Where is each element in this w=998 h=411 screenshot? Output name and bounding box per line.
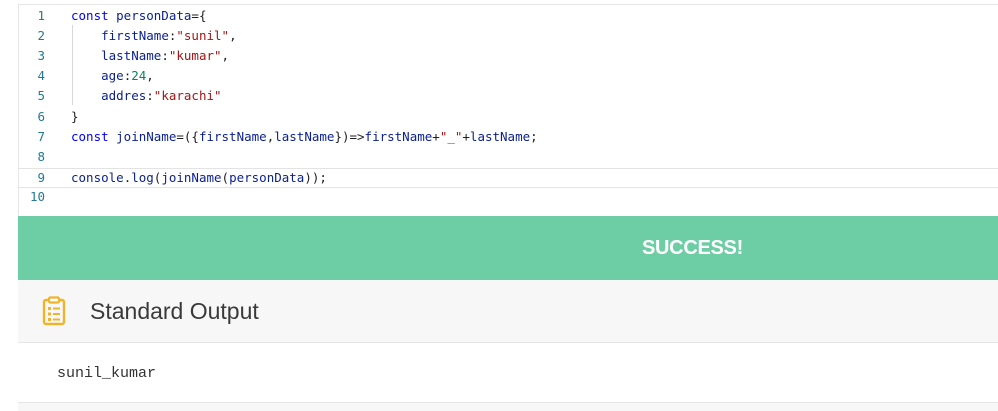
code-token: 24 [131, 68, 147, 84]
success-banner: SUCCESS! [18, 216, 998, 280]
code-text: console.log(joinName(personData)); [71, 169, 327, 187]
success-banner-text: SUCCESS! [642, 237, 743, 259]
line-number: 5 [37, 88, 45, 104]
code-editor[interactable]: 1 const personData={2 firstName:"sunil", 3… [18, 4, 998, 216]
code-token: ={ [191, 8, 207, 23]
code-token: "_" [439, 128, 463, 144]
code-token: addres [101, 88, 147, 104]
code-token: lastName [274, 128, 335, 144]
code-token: log [131, 169, 154, 185]
code-text: age:24, [71, 67, 154, 85]
code-token: firstName [101, 28, 169, 44]
standard-output-title: Standard Output [90, 298, 259, 324]
code-token: const [71, 8, 117, 23]
code-token: })=> [334, 128, 365, 144]
code-token: "sunil" [176, 28, 230, 44]
standard-output-body: sunil_kumar [18, 343, 998, 403]
code-text: } [71, 108, 79, 126]
code-token: + [432, 128, 440, 144]
code-token: personData [116, 8, 192, 23]
line-number: 7 [37, 128, 45, 144]
code-line[interactable]: 6} [19, 108, 998, 128]
footer-strip [18, 403, 998, 411]
code-token: } [71, 108, 79, 124]
code-text: const joinName=({firstName,lastName})=>f… [71, 128, 538, 146]
code-token: age [101, 68, 124, 84]
code-token: ( [221, 169, 230, 185]
code-line[interactable]: 8 [19, 148, 998, 168]
code-token: : [161, 48, 169, 64]
code-token: firstName [198, 128, 267, 144]
code-token: firstName [364, 128, 433, 144]
standard-output-text: sunil_kumar [57, 365, 157, 382]
code-line[interactable]: 1 const personData={ [19, 7, 998, 27]
code-text: const personData={ [71, 7, 206, 25]
code-token: =({ [176, 128, 199, 144]
code-token: joinName [116, 128, 177, 144]
code-token: "kumar" [168, 48, 222, 64]
line-number: 3 [37, 48, 45, 64]
code-text: lastName:"kumar", [71, 47, 229, 65]
code-token: , [229, 28, 237, 44]
clipboard-list-icon [42, 296, 66, 326]
code-line[interactable]: 4 age:24, [19, 67, 998, 87]
line-number: 10 [29, 188, 45, 204]
code-token: lastName [469, 128, 531, 144]
code-token: joinName [161, 169, 222, 185]
code-result-page: 1 const personData={2 firstName:"sunil", 3… [0, 0, 998, 411]
code-token: personData [229, 169, 305, 185]
code-token: const [71, 128, 117, 144]
line-number: 8 [37, 148, 45, 164]
code-token: + [462, 128, 470, 144]
standard-output-header: Standard Output [18, 280, 998, 343]
line-number: 4 [37, 68, 45, 84]
line-number: 2 [37, 28, 45, 44]
code-line[interactable]: 7 const joinName=({firstName,lastName})=>… [19, 128, 998, 148]
code-line[interactable]: 10 [19, 188, 998, 208]
code-token: "karachi" [153, 88, 222, 104]
line-number: 6 [37, 108, 45, 124]
code-line[interactable]: 9 console.log(joinName(personData)); [19, 167, 998, 188]
code-token: : [146, 88, 154, 104]
code-token: )); [304, 169, 327, 185]
code-text: addres:"karachi" [71, 87, 222, 105]
code-token: console [71, 169, 124, 185]
code-line[interactable]: 5 addres:"karachi" [19, 87, 998, 107]
code-text: firstName:"sunil", [71, 27, 237, 45]
code-token: , [146, 68, 154, 84]
code-token: ; [530, 128, 538, 144]
line-number: 1 [37, 8, 45, 23]
code-line[interactable]: 2 firstName:"sunil", [19, 27, 998, 47]
code-token: , [221, 48, 230, 64]
code-token: lastName [101, 48, 162, 64]
code-line[interactable]: 3 lastName:"kumar", [19, 47, 998, 67]
line-number: 9 [37, 169, 45, 185]
